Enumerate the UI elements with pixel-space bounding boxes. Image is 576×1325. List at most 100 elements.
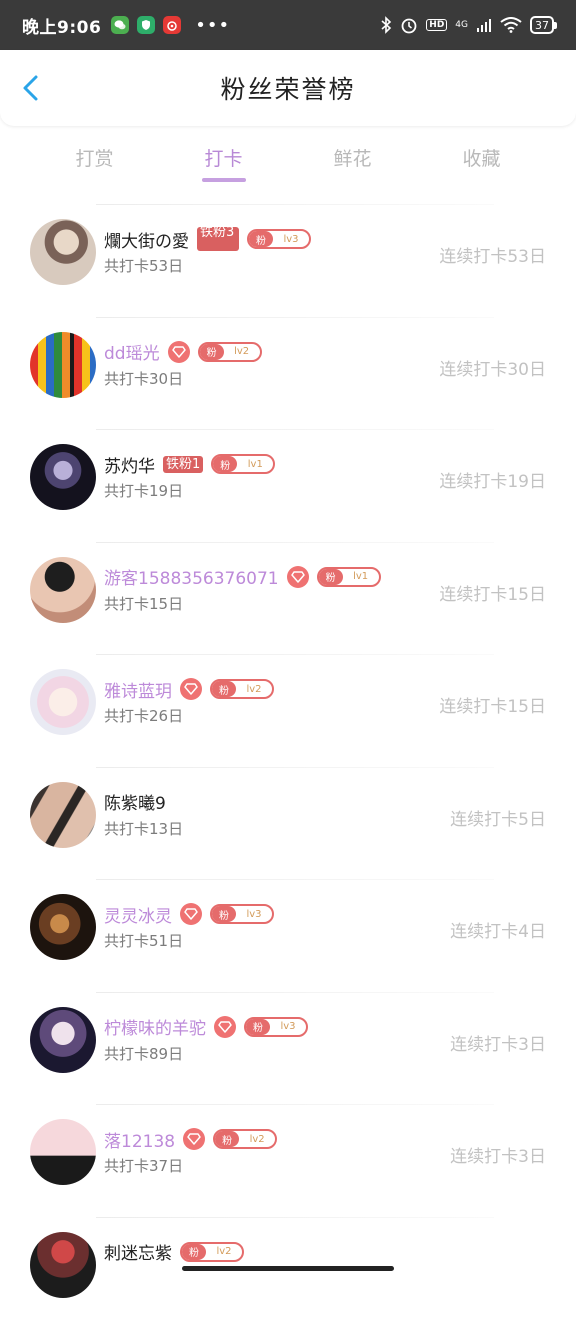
user-info: 雅诗蓝玥 粉 lv2 共打卡26日 bbox=[104, 676, 274, 726]
user-name[interactable]: 苏灼华 bbox=[104, 452, 155, 477]
fan-badge-label: 粉 bbox=[246, 1019, 270, 1035]
user-info: 刺迷忘紫 粉 lv2 bbox=[104, 1239, 244, 1265]
fan-badge-label: 粉 bbox=[212, 681, 236, 697]
fan-level-badge: 粉 lv1 bbox=[317, 567, 381, 587]
fan-level: lv2 bbox=[224, 346, 260, 357]
status-bar: 晚上9:06 ••• HD 4G 37 bbox=[0, 0, 576, 50]
fan-level-badge: 粉 lv3 bbox=[244, 1017, 308, 1037]
status-time: 晚上9:06 bbox=[22, 13, 101, 38]
avatar[interactable] bbox=[30, 1007, 96, 1073]
list-item[interactable]: 落12138 粉 lv2 共打卡37日 连续打卡3日 bbox=[0, 1100, 576, 1213]
network-type: 4G bbox=[455, 21, 468, 30]
user-info: 落12138 粉 lv2 共打卡37日 bbox=[104, 1126, 277, 1176]
tab-favorites[interactable]: 收藏 bbox=[417, 134, 546, 186]
tab-bar: 打赏 打卡 鲜花 收藏 bbox=[0, 134, 576, 186]
tie-fan-badge: 铁粉3 bbox=[197, 227, 239, 251]
back-button[interactable] bbox=[18, 74, 46, 102]
page-title: 粉丝荣誉榜 bbox=[220, 70, 355, 106]
avatar[interactable] bbox=[30, 557, 96, 623]
name-line: 爛大街の愛 铁粉3 粉 lv3 bbox=[104, 226, 311, 252]
total-checkin: 共打卡89日 bbox=[104, 1043, 308, 1064]
more-notifications-icon: ••• bbox=[195, 15, 230, 36]
total-checkin: 共打卡26日 bbox=[104, 705, 274, 726]
list-item[interactable]: 陈紫曦9 共打卡13日 连续打卡5日 bbox=[0, 763, 576, 876]
user-name[interactable]: 落12138 bbox=[104, 1127, 175, 1152]
fan-level: lv1 bbox=[237, 459, 273, 470]
streak-text: 连续打卡19日 bbox=[439, 467, 546, 492]
name-line: 苏灼华 铁粉1 粉 lv1 bbox=[104, 451, 275, 477]
user-name[interactable]: 刺迷忘紫 bbox=[104, 1239, 172, 1264]
name-line: dd瑶光 粉 lv2 bbox=[104, 339, 262, 365]
user-info: 苏灼华 铁粉1 粉 lv1 共打卡19日 bbox=[104, 451, 275, 501]
avatar[interactable] bbox=[30, 894, 96, 960]
fan-level-badge: 粉 lv3 bbox=[247, 229, 311, 249]
fan-level-badge: 粉 lv2 bbox=[210, 679, 274, 699]
tab-reward[interactable]: 打赏 bbox=[30, 134, 159, 186]
streak-text: 连续打卡5日 bbox=[450, 805, 546, 830]
user-name[interactable]: 爛大街の愛 bbox=[104, 227, 189, 252]
total-checkin: 共打卡53日 bbox=[104, 255, 311, 276]
list-item[interactable]: dd瑶光 粉 lv2 共打卡30日 连续打卡30日 bbox=[0, 313, 576, 426]
list-item[interactable]: 爛大街の愛 铁粉3 粉 lv3 共打卡53日 连续打卡53日 bbox=[0, 200, 576, 313]
fan-badge-label: 粉 bbox=[200, 344, 224, 360]
user-info: 游客1588356376071 粉 lv1 共打卡15日 bbox=[104, 564, 381, 614]
fan-level-badge: 粉 lv3 bbox=[210, 904, 274, 924]
avatar[interactable] bbox=[30, 332, 96, 398]
fan-level: lv2 bbox=[236, 684, 272, 695]
tab-flowers[interactable]: 鲜花 bbox=[288, 134, 417, 186]
tie-fan-badge: 铁粉1 bbox=[163, 456, 203, 473]
avatar[interactable] bbox=[30, 669, 96, 735]
name-line: 雅诗蓝玥 粉 lv2 bbox=[104, 676, 274, 702]
diamond-vip-icon bbox=[180, 903, 202, 925]
fan-badge-label: 粉 bbox=[215, 1131, 239, 1147]
avatar[interactable] bbox=[30, 1119, 96, 1185]
home-indicator[interactable] bbox=[182, 1266, 394, 1271]
fan-level: lv2 bbox=[239, 1134, 275, 1145]
list-item[interactable]: 苏灼华 铁粉1 粉 lv1 共打卡19日 连续打卡19日 bbox=[0, 425, 576, 538]
user-name[interactable]: 柠檬味的羊驼 bbox=[104, 1014, 206, 1039]
fan-level-badge: 粉 lv2 bbox=[180, 1242, 244, 1262]
name-line: 柠檬味的羊驼 粉 lv3 bbox=[104, 1014, 308, 1040]
list-item[interactable]: 柠檬味的羊驼 粉 lv3 共打卡89日 连续打卡3日 bbox=[0, 988, 576, 1101]
fan-level-badge: 粉 lv2 bbox=[213, 1129, 277, 1149]
streak-text: 连续打卡3日 bbox=[450, 1030, 546, 1055]
diamond-vip-icon bbox=[214, 1016, 236, 1038]
avatar[interactable] bbox=[30, 219, 96, 285]
user-name[interactable]: 陈紫曦9 bbox=[104, 789, 166, 814]
list-item[interactable]: 游客1588356376071 粉 lv1 共打卡15日 连续打卡15日 bbox=[0, 538, 576, 651]
fan-badge-label: 粉 bbox=[182, 1244, 206, 1260]
fan-level: lv2 bbox=[206, 1246, 242, 1257]
user-name[interactable]: dd瑶光 bbox=[104, 339, 160, 364]
diamond-vip-icon bbox=[168, 341, 190, 363]
user-name[interactable]: 游客1588356376071 bbox=[104, 564, 279, 589]
user-info: 灵灵冰灵 粉 lv3 共打卡51日 bbox=[104, 901, 274, 951]
user-name[interactable]: 灵灵冰灵 bbox=[104, 902, 172, 927]
fan-level: lv3 bbox=[270, 1021, 306, 1032]
user-info: 柠檬味的羊驼 粉 lv3 共打卡89日 bbox=[104, 1014, 308, 1064]
battery-level: 37 bbox=[535, 19, 549, 32]
fan-level: lv3 bbox=[273, 234, 309, 245]
total-checkin: 共打卡19日 bbox=[104, 480, 275, 501]
diamond-vip-icon bbox=[287, 566, 309, 588]
avatar[interactable] bbox=[30, 1232, 96, 1298]
avatar[interactable] bbox=[30, 782, 96, 848]
fan-badge-label: 粉 bbox=[213, 456, 237, 472]
user-info: 陈紫曦9 共打卡13日 bbox=[104, 789, 183, 839]
streak-text: 连续打卡4日 bbox=[450, 917, 546, 942]
user-info: dd瑶光 粉 lv2 共打卡30日 bbox=[104, 339, 262, 389]
tab-checkin[interactable]: 打卡 bbox=[159, 134, 288, 186]
list-item[interactable]: 雅诗蓝玥 粉 lv2 共打卡26日 连续打卡15日 bbox=[0, 650, 576, 763]
chevron-left-icon bbox=[18, 74, 46, 102]
user-name[interactable]: 雅诗蓝玥 bbox=[104, 677, 172, 702]
network-label: 4G bbox=[455, 21, 468, 30]
avatar[interactable] bbox=[30, 444, 96, 510]
fan-level-badge: 粉 lv2 bbox=[198, 342, 262, 362]
notification-icons bbox=[111, 16, 181, 34]
list-item[interactable]: 灵灵冰灵 粉 lv3 共打卡51日 连续打卡4日 bbox=[0, 875, 576, 988]
streak-text: 连续打卡53日 bbox=[439, 242, 546, 267]
fan-level: lv1 bbox=[343, 571, 379, 582]
wifi-icon bbox=[500, 17, 522, 33]
fan-badge-label: 粉 bbox=[249, 231, 273, 247]
streak-text: 连续打卡30日 bbox=[439, 355, 546, 380]
streak-text: 连续打卡15日 bbox=[439, 692, 546, 717]
